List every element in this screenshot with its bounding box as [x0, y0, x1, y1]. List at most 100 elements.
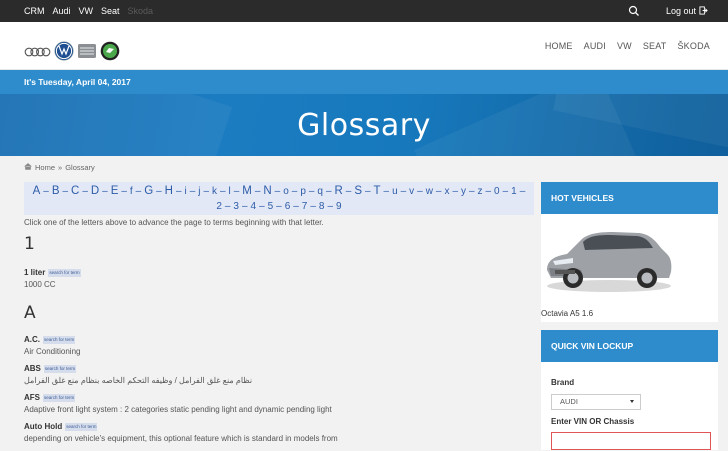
alphabet-separator: –: [273, 201, 285, 212]
search-term-link[interactable]: search for term: [48, 268, 81, 277]
alphabet-separator: –: [414, 186, 426, 197]
nav-skoda[interactable]: ŠKODA: [677, 41, 710, 51]
alphabet-letter-link[interactable]: N: [263, 185, 271, 197]
breadcrumb-home[interactable]: Home: [35, 163, 55, 172]
glossary-term: ABS search for term نظام منع غلق الفرامل…: [24, 364, 534, 385]
glossary-term: A.C. search for term Air Conditioning: [24, 335, 534, 356]
audi-logo[interactable]: [24, 45, 51, 63]
alphabet-letter-link[interactable]: M: [242, 185, 252, 197]
glossary-term: Auto Hold search for term depending on v…: [24, 422, 534, 443]
quick-vin-widget: QUICK VIN LOCKUP Brand AUDI Enter VIN OR…: [541, 330, 718, 450]
glossary-term: AFS search for term Adaptive front light…: [24, 393, 534, 414]
alphabet-separator: –: [482, 186, 495, 197]
nav-audi[interactable]: AUDI: [584, 41, 606, 51]
quick-vin-title: QUICK VIN LOCKUP: [541, 330, 718, 362]
term-name: AFS: [24, 393, 40, 402]
alphabet-separator: –: [305, 186, 318, 197]
brand-select-value: AUDI: [560, 397, 578, 406]
alphabet-separator: –: [323, 186, 335, 197]
alphabet-letter-link[interactable]: S: [354, 185, 362, 197]
term-definition: depending on vehicle's equipment, this o…: [24, 434, 338, 443]
alphabet-index: A – B – C – D – E – f – G – H – i – j – …: [24, 182, 534, 215]
skoda-logo[interactable]: [100, 41, 120, 66]
chevron-down-icon: [630, 400, 634, 403]
term-name: A.C.: [24, 335, 40, 344]
section-heading: 1: [24, 234, 35, 254]
search-term-link[interactable]: search for term: [43, 335, 76, 344]
alphabet-separator: –: [251, 186, 264, 197]
alphabet-separator: –: [466, 186, 478, 197]
alphabet-separator: –: [40, 186, 52, 197]
alphabet-letter-link[interactable]: B: [52, 185, 60, 197]
car-image[interactable]: [541, 214, 675, 300]
top-bar: CRM Audi VW Seat Skoda Log out: [0, 0, 728, 22]
vw-logo[interactable]: [54, 41, 74, 66]
alphabet-separator: –: [239, 201, 251, 212]
glossary-section: A A.C. search for term Air Conditioning …: [24, 303, 534, 443]
nav-vw[interactable]: VW: [617, 41, 632, 51]
site-header: HOME AUDI VW SEAT ŠKODA: [0, 22, 728, 70]
vin-input[interactable]: [551, 432, 711, 450]
top-link-vw[interactable]: VW: [79, 6, 94, 16]
alphabet-row: A – B – C – D – E – f – G – H – i – j – …: [24, 184, 534, 199]
alphabet-separator: –: [217, 186, 229, 197]
alphabet-letter-link[interactable]: H: [165, 185, 173, 197]
alphabet-separator: –: [324, 201, 336, 212]
alphabet-letter-link[interactable]: w: [426, 186, 433, 197]
glossary-intro: Click one of the letters above to advanc…: [24, 218, 324, 227]
alphabet-separator: –: [79, 186, 91, 197]
top-links: CRM Audi VW Seat Skoda: [24, 0, 153, 22]
brand-logos: [24, 41, 120, 66]
alphabet-separator: –: [516, 186, 526, 197]
top-link-seat[interactable]: Seat: [101, 6, 120, 16]
logout-icon: [699, 5, 708, 17]
alphabet-separator: –: [307, 201, 319, 212]
glossary-content: A – B – C – D – E – f – G – H – i – j – …: [24, 182, 534, 451]
top-link-crm[interactable]: CRM: [24, 6, 45, 16]
alphabet-letter-link[interactable]: 9: [336, 201, 342, 212]
section-heading: A: [24, 303, 36, 323]
alphabet-separator: –: [380, 186, 393, 197]
date-strip: It's Tuesday, April 04, 2017: [0, 70, 728, 94]
alphabet-separator: –: [499, 186, 512, 197]
glossary-term: 1 liter search for term 1000 CC: [24, 268, 534, 289]
term-definition: Air Conditioning: [24, 347, 81, 356]
search-icon[interactable]: [628, 5, 640, 17]
alphabet-separator: –: [449, 186, 461, 197]
term-name: ABS: [24, 364, 41, 373]
home-icon: [24, 163, 32, 172]
logout-label: Log out: [665, 6, 696, 16]
alphabet-letter-link[interactable]: G: [144, 185, 153, 197]
nav-seat[interactable]: SEAT: [643, 41, 667, 51]
breadcrumb: Home » Glossary: [24, 163, 95, 172]
brand-select[interactable]: AUDI: [551, 394, 641, 410]
top-link-audi[interactable]: Audi: [53, 6, 71, 16]
alphabet-letter-link[interactable]: R: [335, 185, 343, 197]
brand-label: Brand: [551, 378, 575, 387]
alphabet-separator: –: [186, 186, 199, 197]
glossary-section: 1 1 liter search for term 1000 CC: [24, 234, 534, 289]
alphabet-separator: –: [362, 186, 374, 197]
seat-logo[interactable]: [77, 42, 97, 65]
alphabet-separator: –: [200, 186, 212, 197]
nav-home[interactable]: HOME: [545, 41, 573, 51]
hot-vehicle-caption[interactable]: Octavia A5 1.6: [541, 309, 593, 318]
alphabet-letter-link[interactable]: T: [374, 185, 381, 197]
search-term-link[interactable]: search for term: [43, 393, 76, 402]
page-hero: Glossary: [0, 94, 728, 156]
alphabet-row: 2 – 3 – 4 – 5 – 6 – 7 – 8 – 9: [24, 199, 534, 214]
term-definition: Adaptive front light system : 2 categori…: [24, 405, 332, 414]
alphabet-separator: –: [256, 201, 268, 212]
main-nav: HOME AUDI VW SEAT ŠKODA: [545, 22, 710, 70]
hot-vehicles-widget: HOT VEHICLES Octavia A5 1.6: [541, 182, 718, 322]
alphabet-separator: –: [397, 186, 410, 197]
alphabet-separator: –: [59, 186, 72, 197]
top-link-skoda[interactable]: Skoda: [128, 6, 154, 16]
search-term-link[interactable]: search for term: [65, 422, 98, 431]
alphabet-separator: –: [230, 186, 243, 197]
alphabet-separator: –: [99, 186, 111, 197]
search-term-link[interactable]: search for term: [43, 364, 77, 373]
logout-link[interactable]: Log out: [665, 5, 708, 17]
alphabet-letter-link[interactable]: D: [91, 185, 99, 197]
alphabet-separator: –: [342, 186, 355, 197]
